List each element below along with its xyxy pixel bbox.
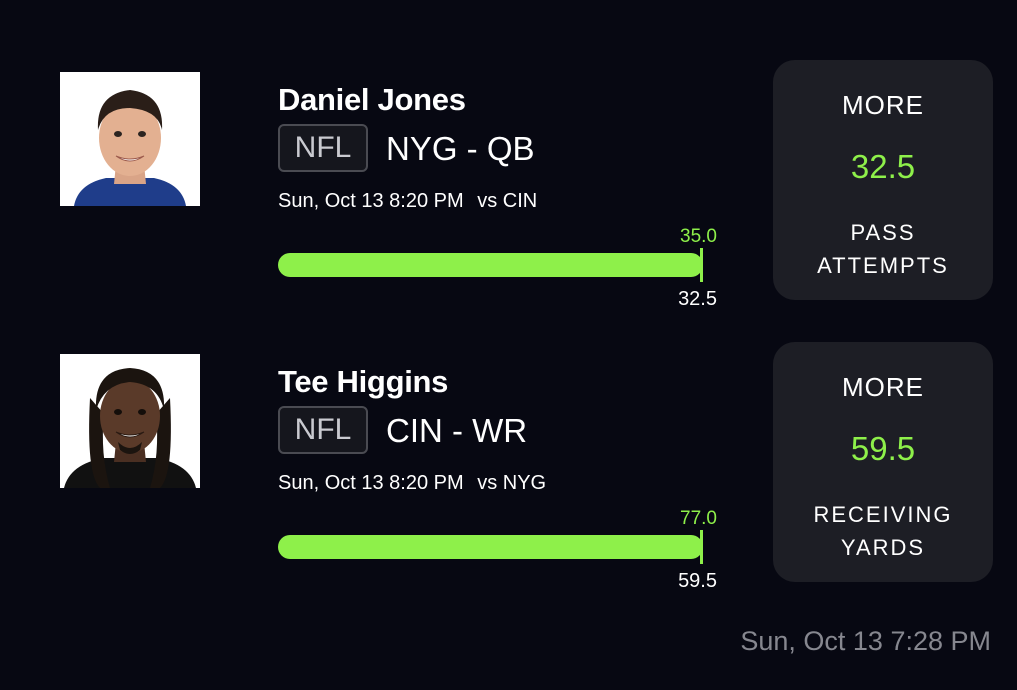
actual-value: 77.0 <box>680 508 717 529</box>
stat-name-line1: RECEIVING <box>813 502 953 527</box>
stat-name-line2: YARDS <box>840 535 926 560</box>
game-time: Sun, Oct 13 8:20 PM <box>278 472 464 494</box>
progress-fill <box>278 535 703 559</box>
player-name: Tee Higgins <box>278 364 449 399</box>
league-badge: NFL <box>278 124 368 172</box>
line-marker <box>700 530 703 564</box>
line-value: 59.5 <box>678 570 717 592</box>
line-value: 32.5 <box>678 288 717 310</box>
stat-name: PASS ATTEMPTS <box>793 216 973 282</box>
direction-label: MORE <box>842 372 924 402</box>
team-position: CIN - WR <box>386 412 528 449</box>
game-time: Sun, Oct 13 8:20 PM <box>278 190 464 212</box>
opponent: vs CIN <box>477 190 538 212</box>
direction-label: MORE <box>842 90 924 120</box>
player-name: Daniel Jones <box>278 82 466 117</box>
stat-name: RECEIVING YARDS <box>793 498 973 564</box>
player-photo-icon <box>60 72 200 206</box>
stat-name-line1: PASS <box>850 220 916 245</box>
pick-row[interactable]: Tee Higgins NFL CIN - WR Sun, Oct 13 8:2… <box>0 342 1017 592</box>
stat-card[interactable]: MORE 32.5 PASS ATTEMPTS <box>773 60 993 300</box>
stat-name-line2: ATTEMPTS <box>817 253 949 278</box>
player-photo-icon <box>60 354 200 488</box>
player-avatar <box>60 354 200 488</box>
league-badge: NFL <box>278 406 368 454</box>
pick-row[interactable]: Daniel Jones NFL NYG - QB Sun, Oct 13 8:… <box>0 60 1017 310</box>
game-info: Sun, Oct 13 8:20 PM vs CIN <box>278 190 537 213</box>
line-marker <box>700 248 703 282</box>
progress-fill <box>278 253 703 277</box>
progress-track <box>278 535 703 559</box>
stat-line-value: 32.5 <box>850 148 916 185</box>
stat-card[interactable]: MORE 59.5 RECEIVING YARDS <box>773 342 993 582</box>
game-info: Sun, Oct 13 8:20 PM vs NYG <box>278 472 546 495</box>
team-position: NYG - QB <box>386 130 535 167</box>
progress-track <box>278 253 703 277</box>
timestamp: Sun, Oct 13 7:28 PM <box>740 626 991 656</box>
stat-line-value: 59.5 <box>850 430 916 467</box>
player-avatar <box>60 72 200 206</box>
actual-value: 35.0 <box>680 226 717 247</box>
opponent: vs NYG <box>477 472 547 494</box>
